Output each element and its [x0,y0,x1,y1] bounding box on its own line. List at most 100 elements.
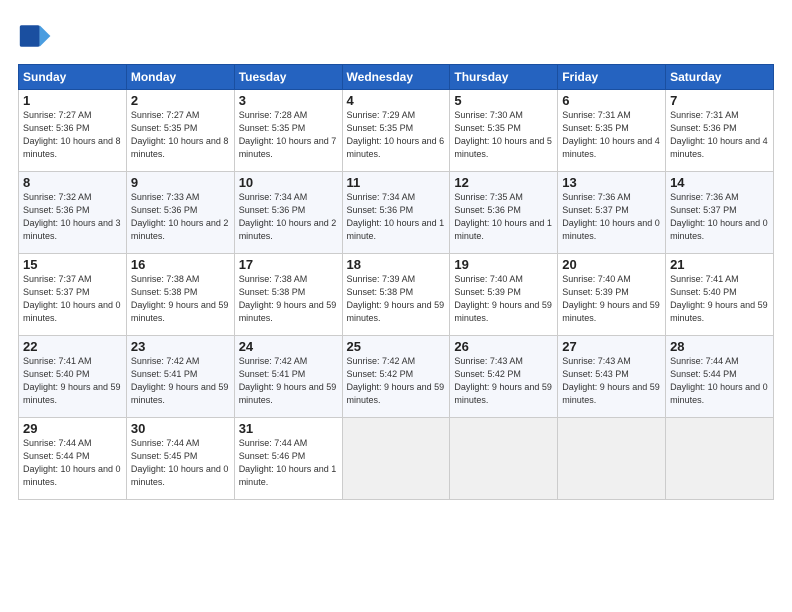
calendar-day-cell: 29 Sunrise: 7:44 AMSunset: 5:44 PMDaylig… [19,418,127,500]
calendar-header-saturday: Saturday [666,65,774,90]
calendar-header-tuesday: Tuesday [234,65,342,90]
day-number: 28 [670,339,769,354]
calendar-day-cell [666,418,774,500]
day-number: 13 [562,175,661,190]
day-info: Sunrise: 7:44 AMSunset: 5:46 PMDaylight:… [239,438,337,487]
day-number: 7 [670,93,769,108]
calendar-day-cell: 13 Sunrise: 7:36 AMSunset: 5:37 PMDaylig… [558,172,666,254]
day-number: 21 [670,257,769,272]
calendar-header-friday: Friday [558,65,666,90]
day-number: 4 [347,93,446,108]
day-info: Sunrise: 7:38 AMSunset: 5:38 PMDaylight:… [239,274,337,323]
day-info: Sunrise: 7:30 AMSunset: 5:35 PMDaylight:… [454,110,552,159]
day-info: Sunrise: 7:44 AMSunset: 5:44 PMDaylight:… [23,438,121,487]
day-number: 3 [239,93,338,108]
day-info: Sunrise: 7:36 AMSunset: 5:37 PMDaylight:… [670,192,768,241]
calendar-day-cell [450,418,558,500]
calendar-day-cell: 15 Sunrise: 7:37 AMSunset: 5:37 PMDaylig… [19,254,127,336]
day-number: 20 [562,257,661,272]
day-info: Sunrise: 7:43 AMSunset: 5:43 PMDaylight:… [562,356,660,405]
day-info: Sunrise: 7:42 AMSunset: 5:41 PMDaylight:… [131,356,229,405]
calendar-day-cell: 5 Sunrise: 7:30 AMSunset: 5:35 PMDayligh… [450,90,558,172]
calendar-day-cell: 23 Sunrise: 7:42 AMSunset: 5:41 PMDaylig… [126,336,234,418]
calendar-day-cell: 10 Sunrise: 7:34 AMSunset: 5:36 PMDaylig… [234,172,342,254]
day-info: Sunrise: 7:44 AMSunset: 5:45 PMDaylight:… [131,438,229,487]
day-number: 15 [23,257,122,272]
day-info: Sunrise: 7:29 AMSunset: 5:35 PMDaylight:… [347,110,445,159]
day-info: Sunrise: 7:40 AMSunset: 5:39 PMDaylight:… [454,274,552,323]
calendar-day-cell: 2 Sunrise: 7:27 AMSunset: 5:35 PMDayligh… [126,90,234,172]
calendar-day-cell: 26 Sunrise: 7:43 AMSunset: 5:42 PMDaylig… [450,336,558,418]
day-info: Sunrise: 7:31 AMSunset: 5:35 PMDaylight:… [562,110,660,159]
day-number: 26 [454,339,553,354]
day-number: 8 [23,175,122,190]
calendar-header-thursday: Thursday [450,65,558,90]
calendar-day-cell: 3 Sunrise: 7:28 AMSunset: 5:35 PMDayligh… [234,90,342,172]
calendar-day-cell: 31 Sunrise: 7:44 AMSunset: 5:46 PMDaylig… [234,418,342,500]
day-number: 10 [239,175,338,190]
calendar-day-cell [558,418,666,500]
calendar-day-cell: 9 Sunrise: 7:33 AMSunset: 5:36 PMDayligh… [126,172,234,254]
day-number: 17 [239,257,338,272]
day-info: Sunrise: 7:27 AMSunset: 5:36 PMDaylight:… [23,110,121,159]
calendar-day-cell: 14 Sunrise: 7:36 AMSunset: 5:37 PMDaylig… [666,172,774,254]
calendar-day-cell: 4 Sunrise: 7:29 AMSunset: 5:35 PMDayligh… [342,90,450,172]
day-info: Sunrise: 7:28 AMSunset: 5:35 PMDaylight:… [239,110,337,159]
calendar-day-cell: 20 Sunrise: 7:40 AMSunset: 5:39 PMDaylig… [558,254,666,336]
calendar-day-cell: 21 Sunrise: 7:41 AMSunset: 5:40 PMDaylig… [666,254,774,336]
calendar-week-row: 15 Sunrise: 7:37 AMSunset: 5:37 PMDaylig… [19,254,774,336]
calendar-header-row: SundayMondayTuesdayWednesdayThursdayFrid… [19,65,774,90]
day-number: 29 [23,421,122,436]
day-number: 31 [239,421,338,436]
day-info: Sunrise: 7:37 AMSunset: 5:37 PMDaylight:… [23,274,121,323]
day-info: Sunrise: 7:36 AMSunset: 5:37 PMDaylight:… [562,192,660,241]
day-number: 11 [347,175,446,190]
day-number: 18 [347,257,446,272]
day-number: 2 [131,93,230,108]
page-header [18,18,774,54]
day-number: 5 [454,93,553,108]
calendar-day-cell: 11 Sunrise: 7:34 AMSunset: 5:36 PMDaylig… [342,172,450,254]
calendar-day-cell: 19 Sunrise: 7:40 AMSunset: 5:39 PMDaylig… [450,254,558,336]
day-number: 22 [23,339,122,354]
day-info: Sunrise: 7:34 AMSunset: 5:36 PMDaylight:… [347,192,445,241]
day-number: 16 [131,257,230,272]
day-info: Sunrise: 7:41 AMSunset: 5:40 PMDaylight:… [23,356,121,405]
day-info: Sunrise: 7:31 AMSunset: 5:36 PMDaylight:… [670,110,768,159]
day-number: 12 [454,175,553,190]
calendar-week-row: 22 Sunrise: 7:41 AMSunset: 5:40 PMDaylig… [19,336,774,418]
day-info: Sunrise: 7:44 AMSunset: 5:44 PMDaylight:… [670,356,768,405]
calendar-header-monday: Monday [126,65,234,90]
calendar-day-cell: 8 Sunrise: 7:32 AMSunset: 5:36 PMDayligh… [19,172,127,254]
day-info: Sunrise: 7:33 AMSunset: 5:36 PMDaylight:… [131,192,229,241]
calendar-day-cell: 22 Sunrise: 7:41 AMSunset: 5:40 PMDaylig… [19,336,127,418]
calendar-day-cell: 28 Sunrise: 7:44 AMSunset: 5:44 PMDaylig… [666,336,774,418]
calendar-day-cell: 7 Sunrise: 7:31 AMSunset: 5:36 PMDayligh… [666,90,774,172]
day-info: Sunrise: 7:42 AMSunset: 5:41 PMDaylight:… [239,356,337,405]
calendar-table: SundayMondayTuesdayWednesdayThursdayFrid… [18,64,774,500]
day-number: 19 [454,257,553,272]
day-number: 24 [239,339,338,354]
day-info: Sunrise: 7:27 AMSunset: 5:35 PMDaylight:… [131,110,229,159]
calendar-day-cell: 17 Sunrise: 7:38 AMSunset: 5:38 PMDaylig… [234,254,342,336]
day-number: 14 [670,175,769,190]
calendar-day-cell: 24 Sunrise: 7:42 AMSunset: 5:41 PMDaylig… [234,336,342,418]
calendar-header-sunday: Sunday [19,65,127,90]
calendar-day-cell: 6 Sunrise: 7:31 AMSunset: 5:35 PMDayligh… [558,90,666,172]
day-number: 30 [131,421,230,436]
day-info: Sunrise: 7:41 AMSunset: 5:40 PMDaylight:… [670,274,768,323]
day-number: 6 [562,93,661,108]
day-number: 1 [23,93,122,108]
calendar-day-cell: 25 Sunrise: 7:42 AMSunset: 5:42 PMDaylig… [342,336,450,418]
calendar-day-cell: 1 Sunrise: 7:27 AMSunset: 5:36 PMDayligh… [19,90,127,172]
day-number: 23 [131,339,230,354]
day-number: 9 [131,175,230,190]
day-info: Sunrise: 7:38 AMSunset: 5:38 PMDaylight:… [131,274,229,323]
calendar-week-row: 8 Sunrise: 7:32 AMSunset: 5:36 PMDayligh… [19,172,774,254]
day-number: 25 [347,339,446,354]
day-info: Sunrise: 7:43 AMSunset: 5:42 PMDaylight:… [454,356,552,405]
calendar-day-cell [342,418,450,500]
day-number: 27 [562,339,661,354]
day-info: Sunrise: 7:40 AMSunset: 5:39 PMDaylight:… [562,274,660,323]
calendar-day-cell: 18 Sunrise: 7:39 AMSunset: 5:38 PMDaylig… [342,254,450,336]
